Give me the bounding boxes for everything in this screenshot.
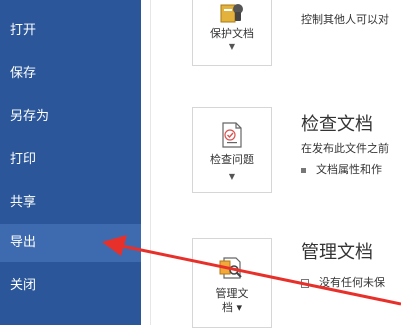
red-arrow-annotation [102,235,401,306]
